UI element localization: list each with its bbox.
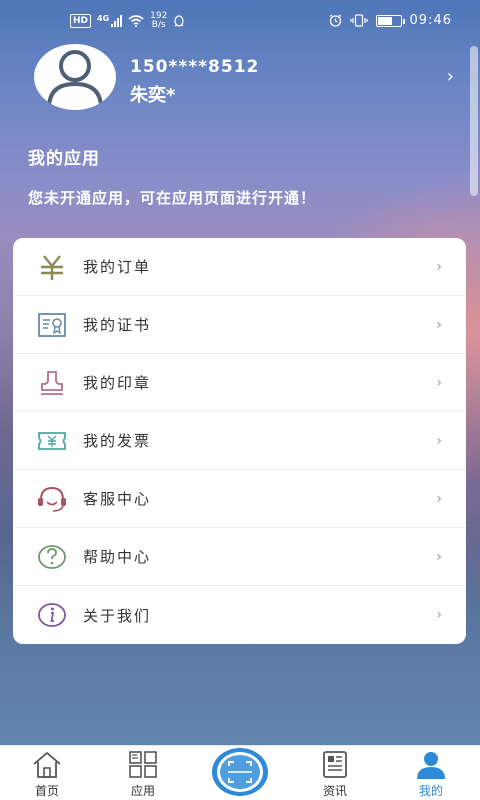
apps-grid-icon (129, 751, 157, 778)
network-speed: 192 B/s (150, 12, 167, 30)
menu-item-seals[interactable]: 我的印章 › (13, 354, 466, 412)
profile-header[interactable]: 150****8512 朱奕* › (34, 44, 454, 110)
info-icon (38, 603, 66, 627)
nav-label: 资讯 (322, 784, 347, 798)
menu-card: 我的订单 › 我的证书 › 我的印章 › 我的发票 › 客服中心 › 帮助中心 … (13, 238, 466, 644)
wifi-icon (128, 15, 144, 27)
menu-item-certificates[interactable]: 我的证书 › (13, 296, 466, 354)
my-apps-title: 我的应用 (28, 149, 100, 169)
alarm-icon (329, 14, 341, 27)
avatar[interactable] (34, 44, 116, 110)
headset-icon (38, 486, 66, 512)
nav-scan[interactable] (211, 746, 269, 796)
chevron-right-icon: › (436, 374, 442, 391)
menu-item-invoices[interactable]: 我的发票 › (13, 412, 466, 470)
nav-home[interactable]: 首页 (12, 746, 82, 800)
menu-label: 关于我们 (83, 606, 152, 625)
scrollbar[interactable] (470, 46, 478, 196)
scan-icon (212, 748, 268, 796)
menu-item-orders[interactable]: 我的订单 › (13, 238, 466, 296)
default-avatar-icon (47, 50, 103, 109)
stamp-icon (41, 371, 63, 395)
nav-label: 应用 (130, 784, 155, 798)
qq-icon (174, 14, 184, 27)
menu-label: 我的订单 (83, 258, 152, 276)
yen-icon (41, 255, 63, 280)
menu-label: 我的印章 (83, 374, 152, 392)
news-icon (323, 751, 347, 778)
bottom-nav: 首页 应用 资讯 我的 (0, 745, 480, 800)
chevron-right-icon: › (436, 548, 442, 565)
nav-mine[interactable]: 我的 (396, 746, 466, 800)
vibrate-icon (349, 14, 368, 27)
invoice-icon (38, 432, 66, 450)
chevron-right-icon: › (436, 490, 442, 507)
certificate-icon (38, 313, 66, 337)
status-bar: HD 4G 192 B/s 09:46 (0, 0, 480, 44)
chevron-right-icon: › (436, 316, 442, 333)
user-icon (417, 752, 445, 779)
menu-item-about-us[interactable]: 关于我们 › (13, 586, 466, 644)
nav-label: 我的 (418, 784, 443, 798)
nav-news[interactable]: 资讯 (300, 746, 370, 800)
question-icon (38, 545, 66, 569)
chevron-right-icon[interactable]: › (447, 66, 454, 87)
network-type: 4G (97, 13, 110, 23)
chevron-right-icon: › (436, 432, 442, 449)
chevron-right-icon: › (436, 607, 442, 623)
menu-label: 帮助中心 (83, 548, 152, 566)
nav-apps[interactable]: 应用 (108, 746, 178, 800)
hd-badge: HD (70, 14, 92, 28)
user-phone: 150****8512 (130, 57, 260, 77)
menu-item-customer-service[interactable]: 客服中心 › (13, 470, 466, 528)
status-time: 09:46 (409, 13, 452, 28)
nav-label: 首页 (34, 784, 59, 798)
user-name: 朱奕* (130, 85, 176, 106)
my-apps-notice: 您未开通应用，可在应用页面进行开通！ (28, 189, 317, 207)
battery-icon (375, 14, 405, 27)
signal-icon (111, 15, 123, 27)
menu-label: 我的发票 (83, 432, 152, 450)
menu-label: 客服中心 (83, 490, 152, 508)
chevron-right-icon: › (436, 258, 442, 275)
menu-item-help-center[interactable]: 帮助中心 › (13, 528, 466, 586)
home-icon (33, 751, 61, 778)
speed-unit: B/s (151, 20, 166, 30)
menu-label: 我的证书 (83, 316, 152, 334)
